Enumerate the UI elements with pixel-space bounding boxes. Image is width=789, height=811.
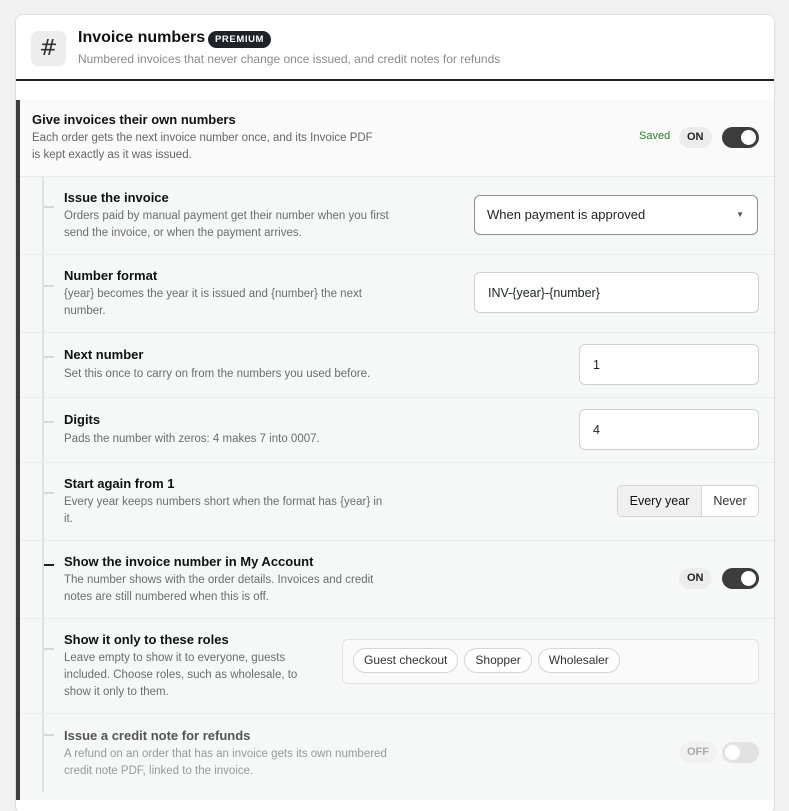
restart-option-never[interactable]: Never: [702, 486, 758, 516]
setting-row-restart: Start again from 1 Every year keeps numb…: [20, 463, 774, 541]
restart-description: Every year keeps numbers short when the …: [64, 496, 383, 525]
main-toggle[interactable]: [722, 127, 759, 148]
roles-label: Show it only to these roles: [64, 632, 229, 647]
card-header: # Invoice numbers PREMIUM Numbered invoi…: [16, 15, 774, 81]
digits-description: Pads the number with zeros: 4 makes 7 in…: [64, 433, 320, 445]
myaccount-label: Show the invoice number in My Account: [64, 554, 314, 569]
tree-tick: [44, 421, 54, 423]
role-tag-wholesaler[interactable]: Wholesaler: [537, 648, 620, 673]
setting-row-next: Next number Set this once to carry on fr…: [20, 333, 774, 398]
credit-label: Issue a credit note for refunds: [64, 728, 251, 743]
restart-label: Start again from 1: [64, 476, 175, 491]
digits-input[interactable]: [579, 409, 759, 450]
format-label: Number format: [64, 268, 158, 283]
hash-icon: #: [31, 31, 66, 66]
issue-select[interactable]: When payment is approved ▼: [474, 195, 758, 235]
role-tag-shopper[interactable]: Shopper: [464, 648, 532, 673]
restart-option-every-year[interactable]: Every year: [618, 486, 702, 516]
tree-tick: [44, 356, 54, 358]
invoice-numbers-settings: Give invoices their own numbers Each ord…: [16, 100, 774, 800]
main-setting-row: Give invoices their own numbers Each ord…: [20, 100, 774, 177]
tree-tick: [44, 492, 54, 494]
digits-label: Digits: [64, 412, 101, 427]
credit-toggle[interactable]: [722, 742, 759, 763]
main-state-pill: ON: [679, 127, 712, 148]
setting-row-issue: Issue the invoice Orders paid by manual …: [20, 177, 774, 255]
number-format-input[interactable]: [474, 272, 759, 313]
setting-row-roles: Show it only to these roles Leave empty …: [20, 619, 774, 714]
tree-tick: [44, 206, 54, 208]
next-number-input[interactable]: [579, 344, 759, 385]
credit-description: A refund on an order that has an invoice…: [64, 748, 387, 777]
main-setting-description: Each order gets the next invoice number …: [32, 132, 373, 161]
format-description: {year} becomes the year it is issued and…: [64, 288, 362, 317]
setting-row-format: Number format {year} becomes the year it…: [20, 255, 774, 333]
tree-tick: [44, 285, 54, 287]
role-tag-guest-checkout[interactable]: Guest checkout: [353, 648, 459, 673]
page-title: Invoice numbers: [78, 29, 206, 46]
invoice-numbers-card: # Invoice numbers PREMIUM Numbered invoi…: [15, 14, 775, 811]
tree-tick: [44, 564, 54, 566]
issue-select-value: When payment is approved: [487, 207, 646, 222]
tree-tick: [44, 648, 54, 650]
credit-state-pill: OFF: [679, 742, 717, 763]
tree-tick: [44, 734, 54, 736]
restart-segmented-control: Every year Never: [617, 485, 759, 517]
chevron-down-icon: ▼: [736, 210, 744, 219]
premium-badge: PREMIUM: [208, 31, 272, 48]
saved-status: Saved: [639, 130, 671, 142]
issue-description: Orders paid by manual payment get their …: [64, 210, 389, 239]
page-subtitle: Numbered invoices that never change once…: [78, 52, 501, 66]
next-description: Set this once to carry on from the numbe…: [64, 368, 371, 380]
main-setting-label: Give invoices their own numbers: [32, 112, 236, 127]
setting-row-myaccount: Show the invoice number in My Account Th…: [20, 541, 774, 619]
myaccount-description: The number shows with the order details.…: [64, 574, 374, 603]
issue-label: Issue the invoice: [64, 190, 169, 205]
roles-select[interactable]: Guest checkout Shopper Wholesaler: [342, 639, 759, 684]
setting-row-credit: Issue a credit note for refunds A refund…: [20, 714, 774, 792]
myaccount-toggle[interactable]: [722, 568, 759, 589]
roles-description: Leave empty to show it to everyone, gues…: [64, 652, 298, 698]
next-label: Next number: [64, 347, 144, 362]
myaccount-state-pill: ON: [679, 568, 712, 589]
setting-row-digits: Digits Pads the number with zeros: 4 mak…: [20, 398, 774, 463]
